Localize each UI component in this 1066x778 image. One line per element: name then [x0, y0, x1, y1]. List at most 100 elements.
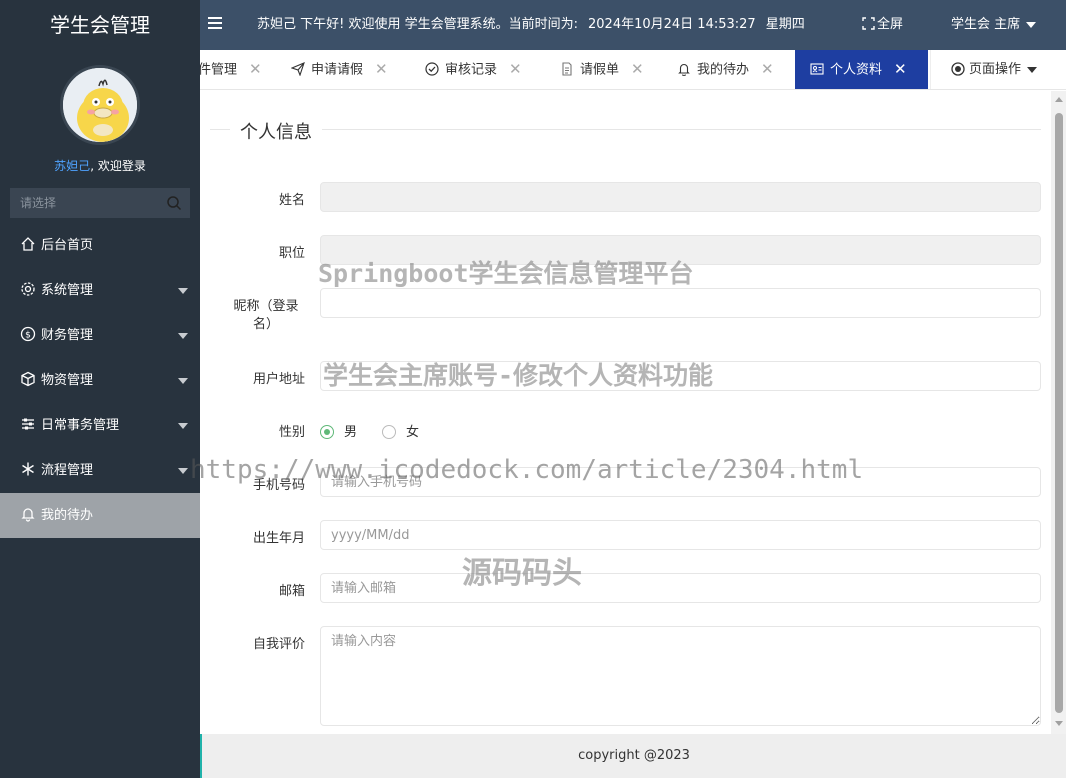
sidebar-item-label: 日常事务管理 — [41, 418, 120, 433]
close-icon[interactable]: ✕ — [631, 50, 644, 89]
position-field[interactable] — [320, 235, 1041, 265]
target-circle-icon — [951, 61, 965, 76]
nickname-field[interactable] — [320, 288, 1041, 318]
expand-icon — [862, 17, 875, 30]
page-operations-label: 页面操作 — [969, 62, 1022, 77]
address-label: 用户地址 — [252, 372, 305, 387]
current-datetime: 2024年10月24日 14:53:27 — [588, 17, 756, 32]
tab-apply-leave[interactable]: 申请请假 ✕ — [291, 50, 388, 89]
chevron-down-icon — [178, 378, 188, 384]
brand-title: 学生会管理 — [50, 13, 150, 37]
scrollbar-thumb[interactable] — [1055, 113, 1063, 713]
paper-plane-icon — [291, 62, 305, 76]
email-label: 邮箱 — [278, 584, 305, 599]
close-icon[interactable]: ✕ — [761, 50, 774, 89]
sidebar-item-label: 后台首页 — [41, 238, 94, 253]
tab-label: 请假单 — [580, 62, 620, 78]
tab-label: 申请请假 — [311, 62, 364, 78]
duck-avatar-icon — [63, 68, 137, 142]
tab-label: 个人资料 — [830, 62, 883, 78]
chevron-down-icon — [1026, 21, 1037, 28]
sidebar-item-label: 流程管理 — [41, 463, 94, 478]
tabs-bar: 件管理 ✕ 申请请假 ✕ 审核记录 ✕ 请假单 ✕ 我的待办 ✕ 个人资料 ✕ 页面操作 — [200, 50, 1066, 90]
name-label: 姓名 — [278, 193, 305, 208]
position-label: 职位 — [278, 246, 305, 261]
greeting-text: 苏妲己 下午好! 欢迎使用 学生会管理系统。当前时间为: 2024年10月24日 … — [257, 0, 815, 50]
chevron-down-icon — [178, 288, 188, 294]
close-icon[interactable]: ✕ — [509, 50, 522, 89]
close-icon[interactable]: ✕ — [375, 50, 388, 89]
user-role-dropdown[interactable]: 学生会 主席 — [951, 0, 1037, 50]
bio-textarea[interactable] — [320, 626, 1041, 726]
tab-label: 我的待办 — [697, 62, 750, 78]
check-circle-icon — [425, 62, 439, 76]
gear-icon — [21, 281, 35, 296]
address-field[interactable] — [320, 361, 1041, 391]
sidebar-item-materials[interactable]: 物资管理 — [0, 358, 200, 403]
welcome-text: 苏妲己, 欢迎登录 — [0, 157, 200, 174]
sidebar-item-my-todo[interactable]: 我的待办 — [0, 493, 200, 538]
profile-form-panel: 个人信息 姓名 职位 昵称（登录名） 用户地址 性别 男 女 手机号码 出生年月… — [200, 91, 1051, 734]
scroll-down-icon[interactable] — [1055, 721, 1063, 726]
gender-option-female[interactable]: 女 — [382, 424, 419, 442]
welcome-suffix: , 欢迎登录 — [90, 159, 146, 173]
tab-label: 件管理 — [200, 62, 238, 78]
sidebar-item-home[interactable]: 后台首页 — [0, 223, 200, 268]
sidebar-item-finance[interactable]: $ 财务管理 — [0, 313, 200, 358]
snowflake-icon — [22, 462, 34, 475]
chevron-down-icon — [178, 333, 188, 339]
id-card-icon — [810, 63, 824, 75]
sidebar-search — [10, 188, 190, 218]
sidebar-menu: 后台首页 系统管理 $ 财务管理 物资管理 日常事务管理 流程管理 我的待办 — [0, 223, 200, 538]
chevron-down-icon — [178, 423, 188, 429]
search-icon[interactable] — [166, 195, 182, 211]
birthday-label: 出生年月 — [252, 531, 305, 546]
menu-toggle-icon[interactable] — [208, 16, 222, 30]
sidebar-item-label: 系统管理 — [41, 283, 94, 298]
avatar[interactable] — [60, 65, 140, 145]
sidebar-search-input[interactable] — [10, 188, 190, 218]
scroll-up-icon[interactable] — [1055, 97, 1063, 102]
cube-icon — [21, 371, 35, 386]
close-icon[interactable]: ✕ — [894, 50, 907, 89]
radio-checked-icon — [320, 424, 334, 439]
content-scrollbar[interactable] — [1051, 91, 1066, 734]
name-field[interactable] — [320, 182, 1041, 212]
tab-my-todo[interactable]: 我的待办 ✕ — [677, 50, 774, 89]
section-header: 个人信息 — [210, 118, 1041, 144]
section-title: 个人信息 — [230, 118, 322, 144]
gender-option-male[interactable]: 男 — [320, 424, 357, 442]
page-operations-dropdown[interactable]: 页面操作 — [930, 50, 1066, 89]
birthday-date-picker[interactable] — [320, 520, 1041, 550]
fullscreen-label: 全屏 — [877, 17, 904, 32]
tab-file-management[interactable]: 件管理 ✕ — [200, 50, 262, 89]
close-icon[interactable]: ✕ — [249, 50, 262, 89]
sidebar-item-process[interactable]: 流程管理 — [0, 448, 200, 493]
gender-option-label: 女 — [406, 425, 420, 440]
chevron-down-icon — [178, 468, 188, 474]
phone-field[interactable] — [320, 467, 1041, 497]
sidebar-item-system[interactable]: 系统管理 — [0, 268, 200, 313]
sliders-icon — [22, 418, 34, 429]
bell-icon — [21, 507, 35, 522]
section-divider — [210, 129, 1041, 130]
gender-label: 性别 — [278, 425, 305, 440]
email-field[interactable] — [320, 573, 1041, 603]
radio-unchecked-icon — [382, 424, 396, 439]
sidebar-item-label: 物资管理 — [41, 373, 94, 388]
sidebar-item-label: 财务管理 — [41, 328, 94, 343]
tab-leave-form[interactable]: 请假单 ✕ — [560, 50, 644, 89]
user-name-link[interactable]: 苏妲己 — [54, 159, 90, 173]
tab-label: 审核记录 — [445, 62, 498, 78]
fullscreen-button[interactable]: 全屏 — [862, 0, 903, 50]
tab-audit-records[interactable]: 审核记录 ✕ — [425, 50, 522, 89]
nickname-label: 昵称（登录名） — [233, 299, 299, 332]
file-icon — [562, 62, 572, 76]
sidebar: 学生会管理 苏妲己, 欢迎登录 后台首页 系统管理 — [0, 0, 200, 778]
tab-personal-profile[interactable]: 个人资料 ✕ — [795, 50, 928, 89]
chevron-down-icon — [1027, 66, 1038, 73]
bio-label: 自我评价 — [252, 637, 305, 652]
sidebar-item-daily-affairs[interactable]: 日常事务管理 — [0, 403, 200, 448]
user-role-label: 学生会 主席 — [951, 17, 1021, 32]
dollar-icon: $ — [20, 326, 36, 341]
